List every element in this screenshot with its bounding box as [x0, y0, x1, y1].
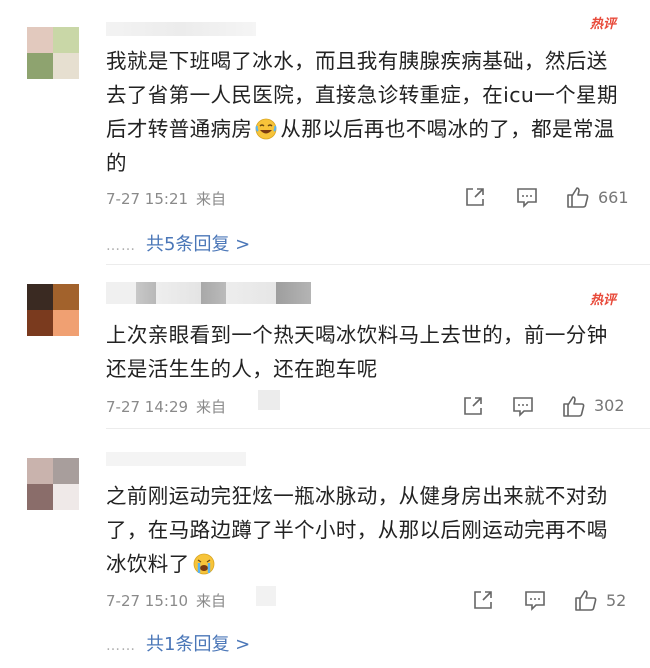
reply-dots: …… — [106, 638, 136, 654]
comment-icon[interactable] — [524, 589, 546, 611]
comment-2: 热评 上次亲眼看到一个热天喝冰饮料马上去世的，前一分钟还是活生生的人，还在跑车呢… — [0, 268, 650, 428]
comment-text: 我就是下班喝了冰水，而且我有胰腺疾病基础，然后送去了省第一人民医院，直接急诊转重… — [106, 49, 618, 175]
view-replies-link[interactable]: …… 共1条回复 > — [106, 630, 250, 656]
thumbs-up-icon[interactable] — [566, 185, 590, 209]
comment-icon[interactable] — [512, 395, 534, 417]
avatar[interactable] — [27, 27, 79, 79]
username-blurred[interactable] — [106, 282, 311, 304]
reply-count[interactable]: 共1条回复 > — [146, 634, 250, 655]
source-label: 来自 — [196, 190, 227, 208]
timestamp: 7-27 15:21 — [106, 190, 189, 208]
hot-comment-badge: 热评 — [590, 16, 618, 30]
divider — [106, 264, 650, 265]
comment-3: 之前刚运动完狂炫一瓶冰脉动，从健身房出来就不对劲了，在马路边蹲了半个小时，从那以… — [0, 432, 650, 668]
reply-count[interactable]: 共5条回复 > — [146, 234, 250, 255]
forward-icon[interactable] — [464, 186, 486, 208]
comment-text: 上次亲眼看到一个热天喝冰饮料马上去世的，前一分钟还是活生生的人，还在跑车呢 — [106, 323, 608, 381]
thumbs-up-icon[interactable] — [562, 394, 586, 418]
svg-text:热评: 热评 — [590, 16, 618, 30]
like-count: 302 — [594, 396, 625, 415]
username-blurred[interactable] — [106, 22, 256, 36]
source-label: 来自 — [196, 592, 227, 610]
thumbs-up-icon[interactable] — [574, 588, 598, 612]
view-replies-link[interactable]: …… 共5条回复 > — [106, 230, 250, 256]
comment-icon[interactable] — [516, 186, 538, 208]
reply-dots: …… — [106, 238, 136, 254]
like-count: 52 — [606, 591, 627, 610]
svg-text:热评: 热评 — [590, 292, 618, 306]
forward-icon[interactable] — [462, 395, 484, 417]
forward-icon[interactable] — [472, 589, 494, 611]
divider — [106, 428, 650, 429]
comment-text: 之前刚运动完狂炫一瓶冰脉动，从健身房出来就不对劲了，在马路边蹲了半个小时，从那以… — [106, 484, 608, 576]
source-blurred — [258, 390, 280, 410]
source-label: 来自 — [196, 398, 227, 416]
timestamp: 7-27 14:29 — [106, 398, 189, 416]
laugh-cry-emoji-icon — [255, 118, 277, 140]
loud-cry-emoji-icon — [193, 553, 215, 575]
timestamp: 7-27 15:10 — [106, 592, 189, 610]
comment-1: 热评 我就是下班喝了冰水，而且我有胰腺疾病基础，然后送去了省第一人民医院，直接急… — [0, 0, 650, 262]
avatar[interactable] — [27, 284, 79, 336]
comment-meta: 7-27 15:10 来自 — [106, 590, 226, 611]
like-count: 661 — [598, 188, 629, 207]
comment-meta: 7-27 15:21 来自 — [106, 188, 226, 209]
hot-comment-badge: 热评 — [590, 292, 618, 306]
source-blurred — [256, 586, 276, 606]
comment-meta: 7-27 14:29 来自 — [106, 396, 226, 417]
avatar[interactable] — [27, 458, 79, 510]
username-blurred[interactable] — [106, 452, 246, 466]
